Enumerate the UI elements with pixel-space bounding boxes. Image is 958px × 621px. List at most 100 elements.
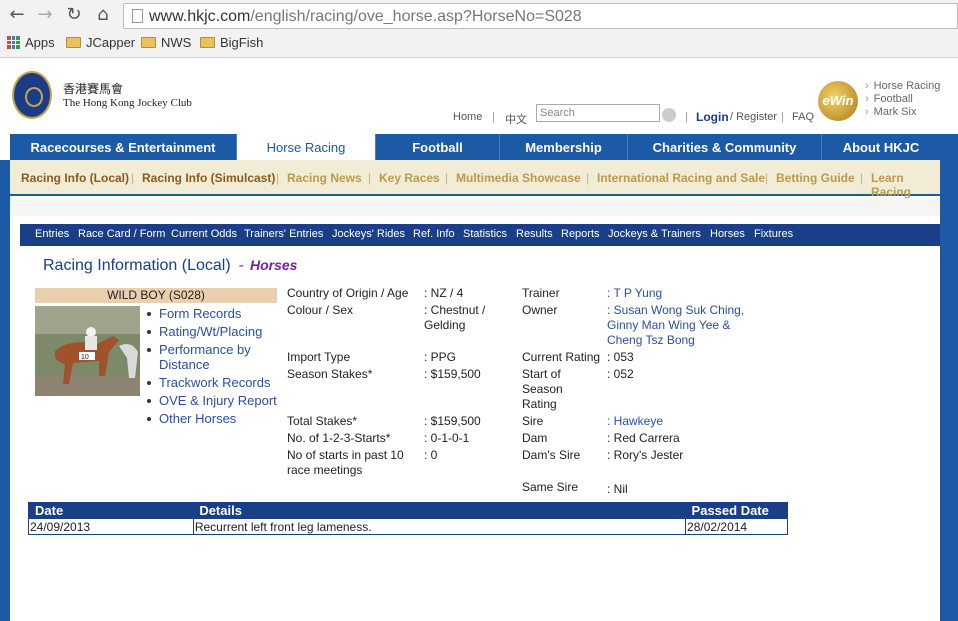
current-rating-value: : 053 (607, 350, 634, 364)
current-rating-label: Current Rating (522, 350, 601, 364)
logo-english-name: The Hong Kong Jockey Club (63, 97, 192, 109)
subnav-international[interactable]: International Racing and Sale (597, 171, 765, 185)
dams-sire-value: : Rory's Jester (607, 448, 684, 462)
subnav-racing-info-simulcast[interactable]: Racing Info (Simulcast) (142, 171, 275, 185)
home-icon[interactable]: ⌂ (92, 4, 114, 26)
back-arrow-icon[interactable]: ← (6, 4, 28, 26)
racingnav-race-card[interactable]: Race Card / Form (78, 228, 165, 240)
ove-injury-table: Date Details Passed Date 24/09/2013 Recu… (28, 502, 788, 535)
bookmark-apps[interactable]: Apps (7, 35, 55, 50)
page-title: Racing Information (Local) - Horses (43, 257, 297, 275)
mainnav-football[interactable]: Football (376, 134, 500, 160)
faq-link[interactable]: FAQ (792, 111, 814, 123)
table-row: 24/09/2013 Recurrent left front leg lame… (28, 518, 788, 535)
performance-distance-link[interactable]: Performance by Distance (146, 342, 281, 372)
address-bar[interactable]: www.hkjc.com/english/racing/ove_horse.as… (123, 3, 958, 29)
import-type-value: : PPG (424, 350, 457, 364)
racingnav-horses[interactable]: Horses (710, 228, 745, 240)
quick-link-football[interactable]: Football (865, 93, 940, 106)
subnav-key-races[interactable]: Key Races (379, 171, 440, 185)
rating-placing-link[interactable]: Rating/Wt/Placing (146, 324, 281, 339)
separator: | (368, 171, 372, 185)
search-input[interactable]: Search (536, 104, 660, 122)
racingnav-entries[interactable]: Entries (35, 228, 69, 240)
page-title-sub: Horses (249, 257, 298, 273)
mainnav-about[interactable]: About HKJC (822, 134, 940, 160)
racingnav-jockeys-rides[interactable]: Jockeys' Rides (332, 228, 405, 240)
details-cell: Recurrent left front leg lameness. (192, 518, 687, 535)
bookmark-label: NWS (161, 35, 192, 50)
trackwork-records-link[interactable]: Trackwork Records (146, 375, 281, 390)
racingnav-ref-info[interactable]: Ref. Info (413, 228, 455, 240)
mainnav-racecourses[interactable]: Racecourses & Entertainment (10, 134, 237, 160)
apps-grid-icon (7, 36, 20, 49)
quick-link-horse-racing[interactable]: Horse Racing (865, 80, 941, 93)
register-link[interactable]: / Register (730, 111, 777, 123)
left-frame (0, 160, 10, 621)
bookmarks-bar: Apps JCapper NWS BigFish (0, 32, 958, 54)
chinese-link[interactable]: 中文 (505, 111, 527, 127)
mainnav-horse-racing[interactable]: Horse Racing (237, 134, 376, 160)
mainnav-charities[interactable]: Charities & Community (628, 134, 822, 160)
subnav-racing-news[interactable]: Racing News (287, 171, 362, 185)
subnav-multimedia[interactable]: Multimedia Showcase (456, 171, 581, 185)
racingnav-fixtures[interactable]: Fixtures (754, 228, 793, 240)
folder-icon (66, 37, 81, 48)
quick-links: Horse Racing Football Mark Six (865, 80, 941, 119)
bookmark-label: BigFish (220, 35, 264, 50)
bookmark-nws[interactable]: NWS (141, 35, 191, 50)
colour-sex-label: Colour / Sex (287, 303, 354, 317)
spacer (10, 198, 940, 216)
country-age-value: : NZ / 4 (424, 286, 464, 300)
placings-label: No. of 1-2-3-Starts* (287, 431, 391, 445)
owner-link[interactable]: : Susan Wong Suk Ching, Ginny Man Wing Y… (607, 303, 767, 348)
ewin-logo-icon[interactable]: eWin (818, 81, 858, 121)
forward-arrow-icon[interactable]: → (34, 4, 56, 26)
separator: | (685, 111, 688, 123)
separator: | (445, 171, 449, 185)
passed-date-header: Passed Date (685, 502, 788, 519)
racingnav-current-odds[interactable]: Current Odds (171, 228, 237, 240)
total-stakes-label: Total Stakes* (287, 414, 358, 428)
form-records-link[interactable]: Form Records (146, 306, 281, 321)
sire-label: Sire (522, 414, 544, 428)
hkjc-logo-icon[interactable] (12, 71, 52, 119)
trainer-link[interactable]: : T P Yung (607, 286, 767, 301)
date-cell: 24/09/2013 (28, 518, 194, 535)
home-link[interactable]: Home (453, 111, 482, 123)
bookmark-bigfish[interactable]: BigFish (200, 35, 263, 50)
folder-icon (141, 37, 156, 48)
ove-injury-report-link[interactable]: OVE & Injury Report (146, 393, 281, 408)
racingnav-jockeys-trainers[interactable]: Jockeys & Trainers (608, 228, 701, 240)
passed-date-cell: 28/02/2014 (685, 518, 788, 535)
subnav-racing-info-local[interactable]: Racing Info (Local) (21, 171, 129, 185)
title-dash: - (238, 257, 244, 274)
quick-link-mark-six[interactable]: Mark Six (865, 106, 940, 119)
mainnav-membership[interactable]: Membership (500, 134, 628, 160)
season-stakes-label: Season Stakes* (287, 367, 373, 381)
separator: | (586, 171, 590, 185)
racingnav-reports[interactable]: Reports (561, 228, 600, 240)
season-stakes-value: : $159,500 (424, 367, 481, 381)
search-icon[interactable] (662, 108, 676, 122)
racingnav-trainers-entries[interactable]: Trainers' Entries (244, 228, 323, 240)
dam-label: Dam (522, 431, 548, 445)
folder-icon (200, 37, 215, 48)
separator: | (860, 171, 864, 185)
total-stakes-value: : $159,500 (424, 414, 481, 428)
subnav-learn-racing[interactable]: Learn Racing (871, 171, 940, 199)
details-header: Details (193, 502, 686, 519)
login-link[interactable]: Login (696, 110, 729, 124)
reload-icon[interactable]: ↻ (63, 4, 85, 26)
subnav-betting-guide[interactable]: Betting Guide (776, 171, 855, 185)
horse-links-list: Form Records Rating/Wt/Placing Performan… (146, 306, 281, 429)
other-horses-link[interactable]: Other Horses (146, 411, 281, 426)
bookmark-jcapper[interactable]: JCapper (66, 35, 135, 50)
racingnav-results[interactable]: Results (516, 228, 553, 240)
season-start-rating-value: : 052 (607, 367, 634, 381)
browser-chrome: ← → ↻ ⌂ www.hkjc.com/english/racing/ove_… (0, 0, 958, 58)
owner-label: Owner (522, 303, 558, 317)
same-sire-value: : Nil (607, 482, 628, 496)
racingnav-statistics[interactable]: Statistics (463, 228, 507, 240)
sire-link[interactable]: : Hawkeye (607, 414, 767, 429)
